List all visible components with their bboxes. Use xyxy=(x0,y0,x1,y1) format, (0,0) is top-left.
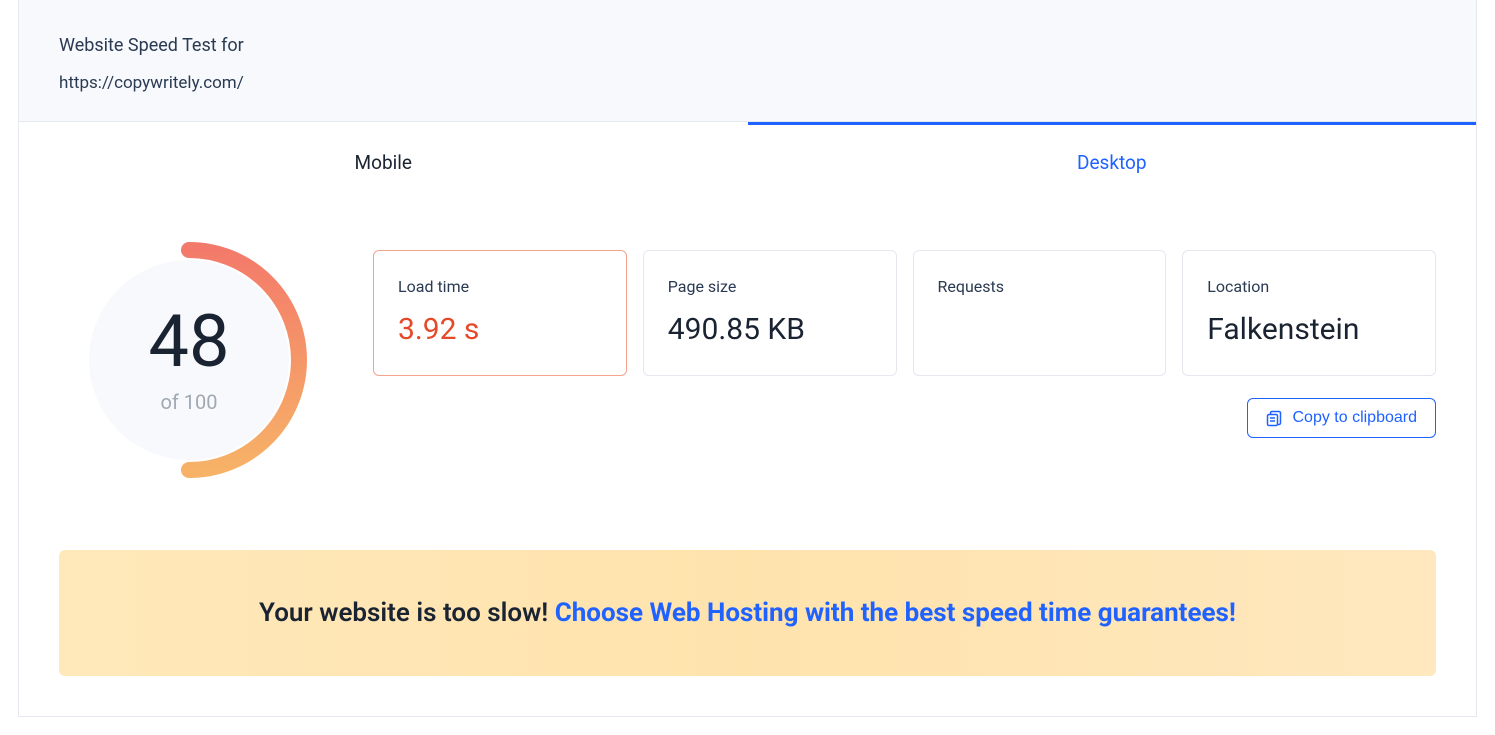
copy-button-label: Copy to clipboard xyxy=(1292,409,1417,427)
card-requests-label: Requests xyxy=(938,277,1142,296)
score-denominator: of 100 xyxy=(160,390,217,414)
speed-warning-banner: Your website is too slow! Choose Web Hos… xyxy=(59,550,1436,676)
tab-desktop-label: Desktop xyxy=(1077,151,1147,174)
card-location-value: Falkenstein xyxy=(1207,312,1411,347)
tab-desktop[interactable]: Desktop xyxy=(748,122,1477,200)
header: Website Speed Test for https://copywrite… xyxy=(19,0,1476,122)
banner-cta-link[interactable]: Choose Web Hosting with the best speed t… xyxy=(555,598,1236,628)
device-tabs: Mobile Desktop xyxy=(19,122,1476,200)
card-page-size-value: 490.85 KB xyxy=(668,312,872,347)
score-value: 48 xyxy=(149,306,230,378)
copy-to-clipboard-button[interactable]: Copy to clipboard xyxy=(1247,398,1436,438)
card-location-label: Location xyxy=(1207,277,1411,296)
tab-mobile-label: Mobile xyxy=(355,151,412,174)
clipboard-icon xyxy=(1266,409,1282,427)
card-location: Location Falkenstein xyxy=(1182,250,1436,376)
card-page-size-label: Page size xyxy=(668,277,872,296)
page-title: Website Speed Test for xyxy=(59,32,1436,59)
card-load-time-value: 3.92 s xyxy=(398,312,602,347)
score-gauge: 48 of 100 xyxy=(59,230,319,490)
card-requests: Requests xyxy=(913,250,1167,376)
banner-text-plain: Your website is too slow! xyxy=(259,598,555,628)
tested-url: https://copywritely.com/ xyxy=(59,73,1436,93)
tab-mobile[interactable]: Mobile xyxy=(19,122,748,200)
card-page-size: Page size 490.85 KB xyxy=(643,250,897,376)
card-load-time: Load time 3.92 s xyxy=(373,250,627,376)
card-load-time-label: Load time xyxy=(398,277,602,296)
